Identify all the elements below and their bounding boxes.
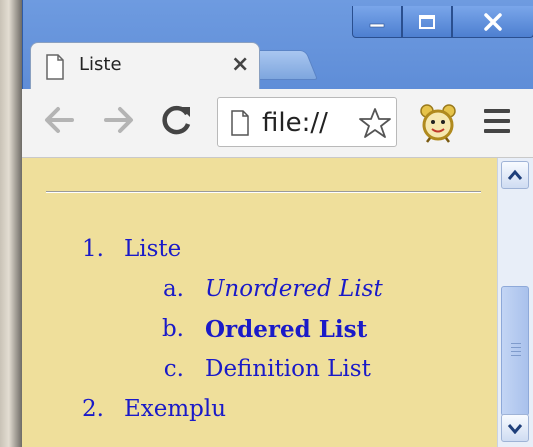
sub-list-marker: c. xyxy=(163,356,184,382)
back-arrow-icon[interactable] xyxy=(42,105,76,139)
window-controls xyxy=(352,6,533,40)
tab-close-icon[interactable]: × xyxy=(231,52,249,77)
close-window-button[interactable] xyxy=(452,6,533,38)
address-bar[interactable]: file:// xyxy=(217,97,397,147)
alarm-clock-icon[interactable] xyxy=(418,103,458,147)
vertical-scrollbar[interactable] xyxy=(497,158,533,447)
list-item: Exemplu xyxy=(124,396,227,422)
page-icon xyxy=(230,110,250,140)
grip-icon xyxy=(511,343,521,359)
scroll-down-button[interactable] xyxy=(501,414,529,442)
scrollbar-thumb[interactable] xyxy=(501,286,529,416)
scroll-up-button[interactable] xyxy=(501,161,529,189)
tab-title: Liste xyxy=(79,54,122,75)
page-icon xyxy=(45,54,65,84)
minimize-button[interactable] xyxy=(352,6,402,38)
minimize-icon xyxy=(369,23,385,27)
horizontal-rule xyxy=(46,191,481,193)
maximize-button[interactable] xyxy=(402,6,452,38)
chevron-down-icon xyxy=(507,424,523,434)
desktop-edge xyxy=(0,0,22,447)
browser-toolbar: file:// xyxy=(22,89,533,158)
reload-icon[interactable] xyxy=(160,103,194,141)
sub-list-marker: b. xyxy=(161,316,184,342)
close-icon xyxy=(484,12,502,31)
maximize-icon xyxy=(419,14,435,29)
star-icon[interactable] xyxy=(358,106,392,144)
forward-arrow-icon[interactable] xyxy=(102,105,136,139)
tab-liste[interactable]: Liste × xyxy=(30,42,260,90)
address-text: file:// xyxy=(262,108,328,138)
page-viewport: 1. Liste a. Unordered List b. Ordered Li… xyxy=(22,158,497,447)
list-item: Liste xyxy=(124,236,182,262)
sub-list-item: Unordered List xyxy=(205,276,383,302)
hamburger-menu-icon[interactable] xyxy=(484,109,510,139)
sub-list-item: Ordered List xyxy=(205,316,368,343)
sub-list-marker: a. xyxy=(162,276,184,302)
list-marker: 1. xyxy=(82,236,104,262)
chevron-up-icon xyxy=(507,169,523,180)
list-marker: 2. xyxy=(82,396,104,422)
sub-list-item: Definition List xyxy=(205,356,371,382)
